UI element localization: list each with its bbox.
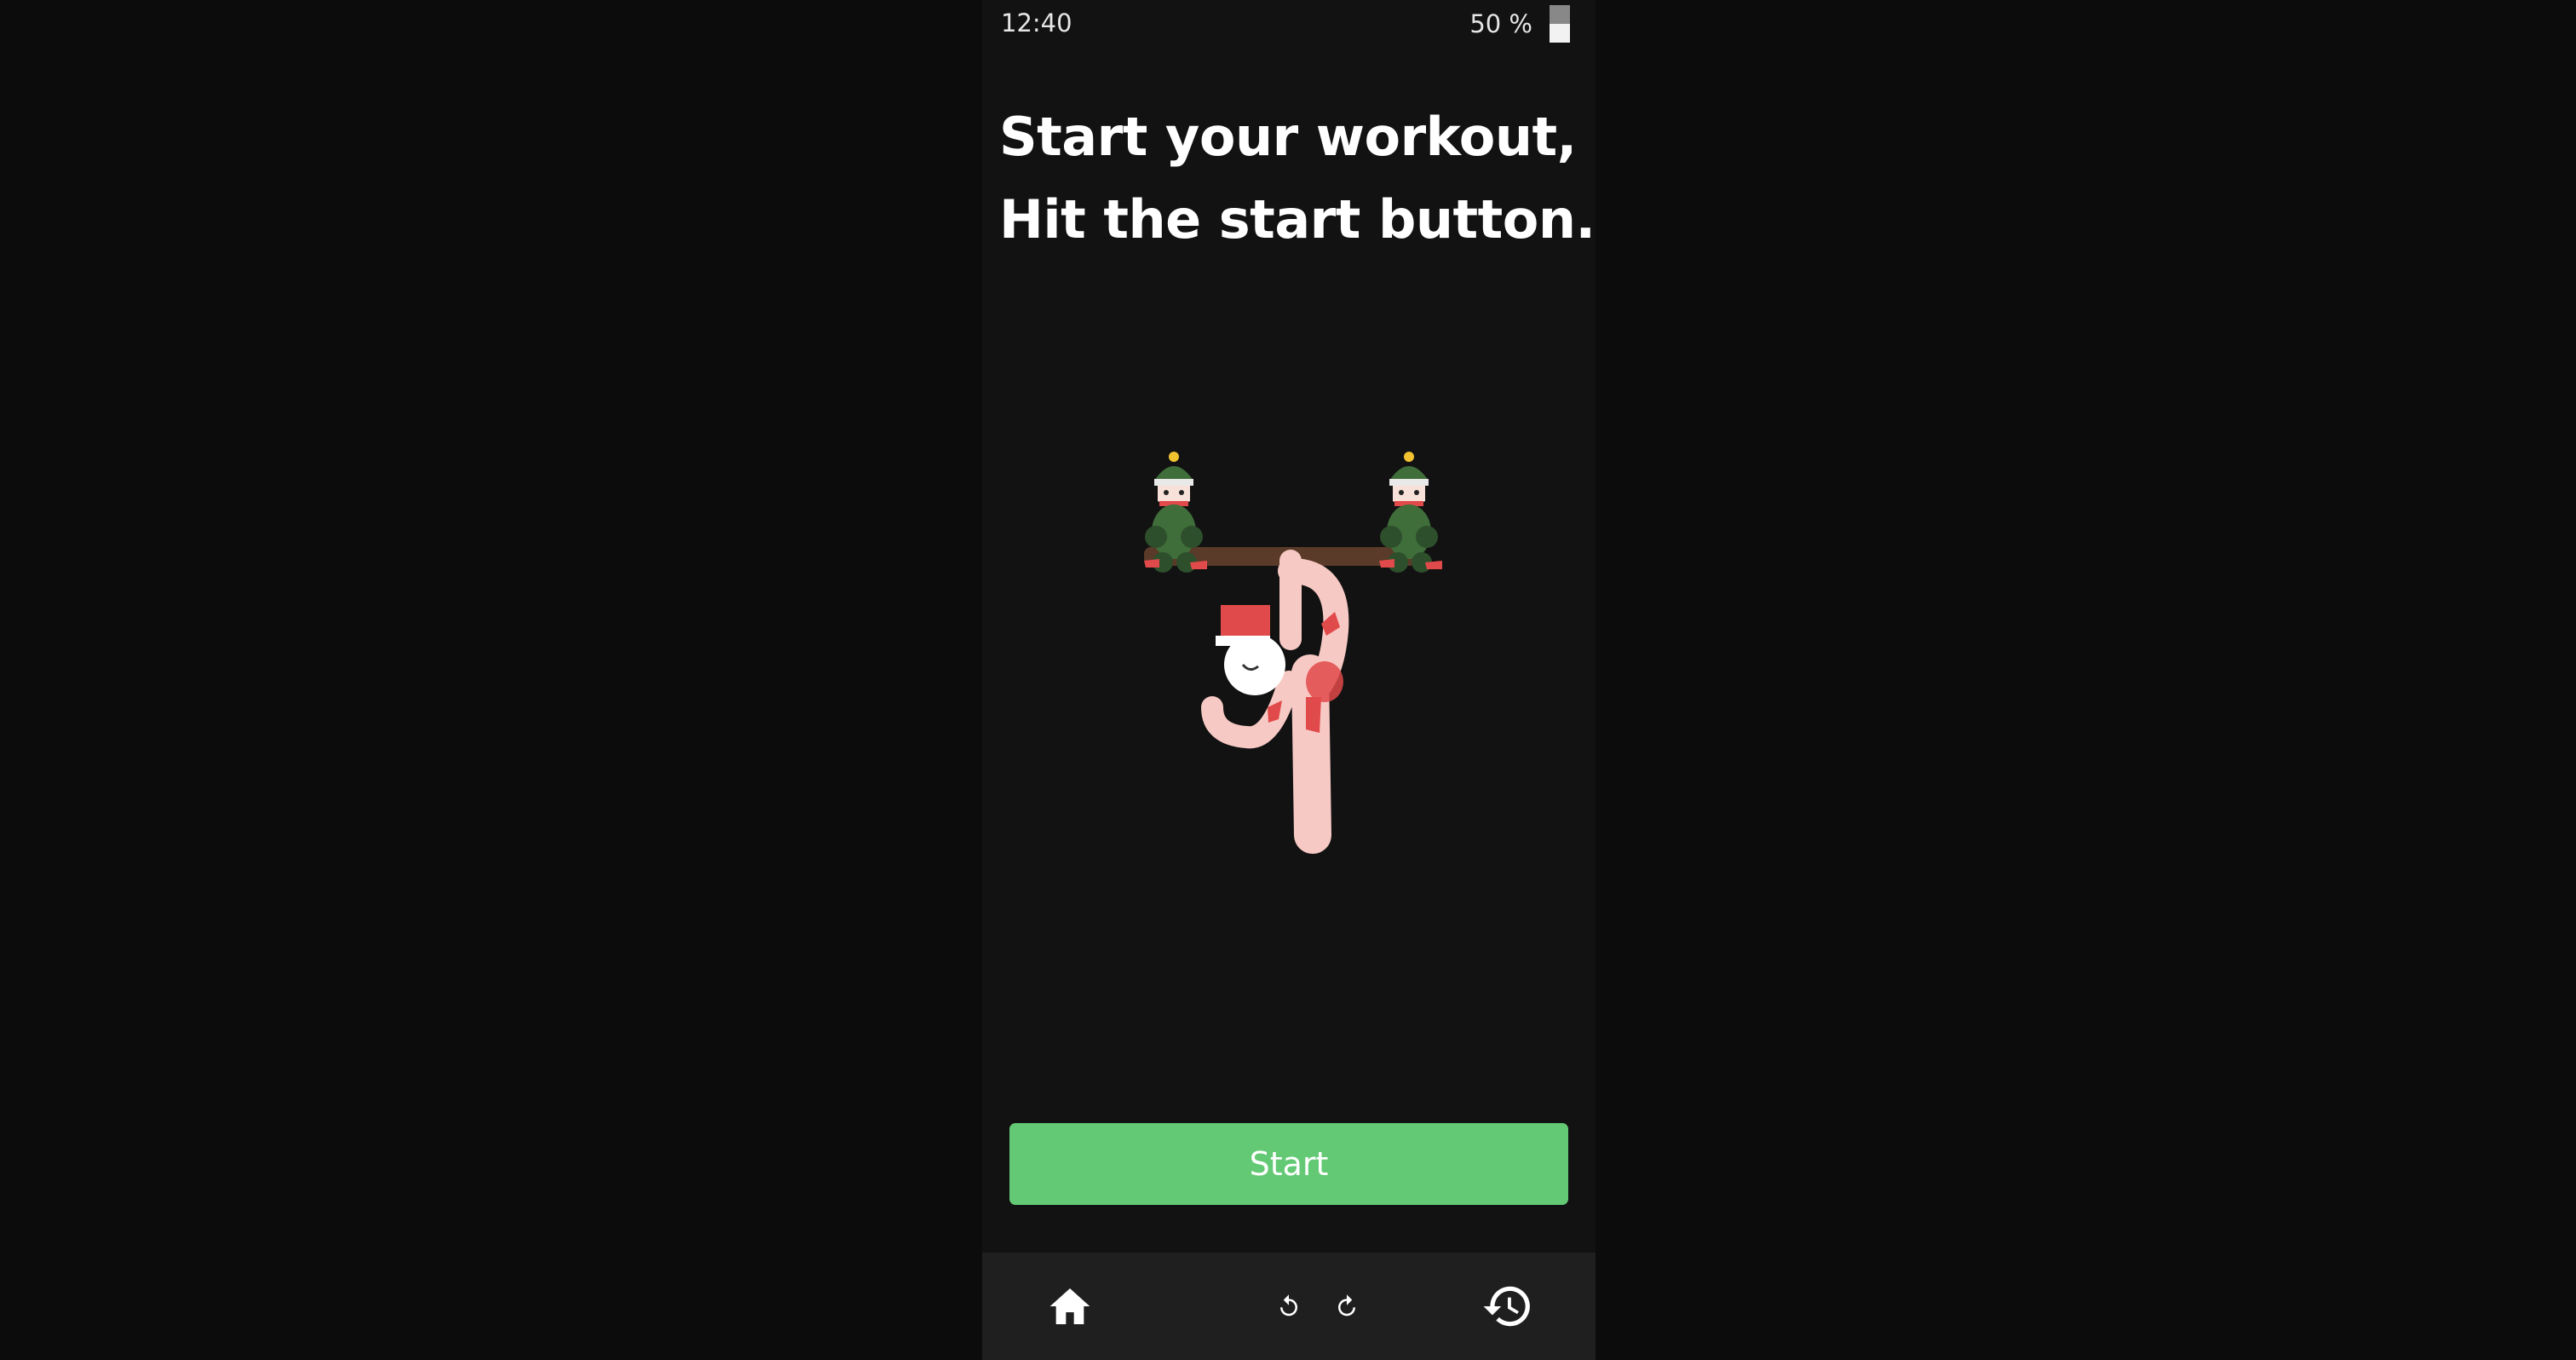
history-icon [1483,1286,1530,1327]
battery-indicator: 50 % [1469,5,1570,43]
redo-icon [1338,1294,1355,1317]
redo-button[interactable] [1319,1278,1375,1334]
page-title: Start your workout, Hit the start button… [999,95,1596,261]
battery-icon [1550,5,1570,43]
undo-button[interactable] [1261,1278,1317,1334]
history-button[interactable] [1480,1278,1536,1334]
title-line-1: Start your workout, [999,106,1577,168]
santa-workout-illustration [1101,426,1476,869]
desktop-background: 12:40 50 % Start your workout, Hit the s… [0,0,2576,1360]
home-button[interactable] [1042,1278,1098,1334]
bottom-navigation [982,1253,1596,1360]
status-time: 12:40 [1001,9,1072,37]
home-icon [1049,1288,1090,1324]
undo-icon [1280,1294,1297,1317]
battery-percentage: 50 % [1469,9,1532,38]
start-button[interactable]: Start [1009,1123,1568,1205]
phone-screen: 12:40 50 % Start your workout, Hit the s… [982,0,1596,1360]
status-bar: 12:40 50 % [982,0,1596,49]
santa-figure-icon [1201,550,1349,854]
title-line-2: Hit the start button. [999,188,1596,251]
santa-hanging-icon [1144,452,1442,854]
